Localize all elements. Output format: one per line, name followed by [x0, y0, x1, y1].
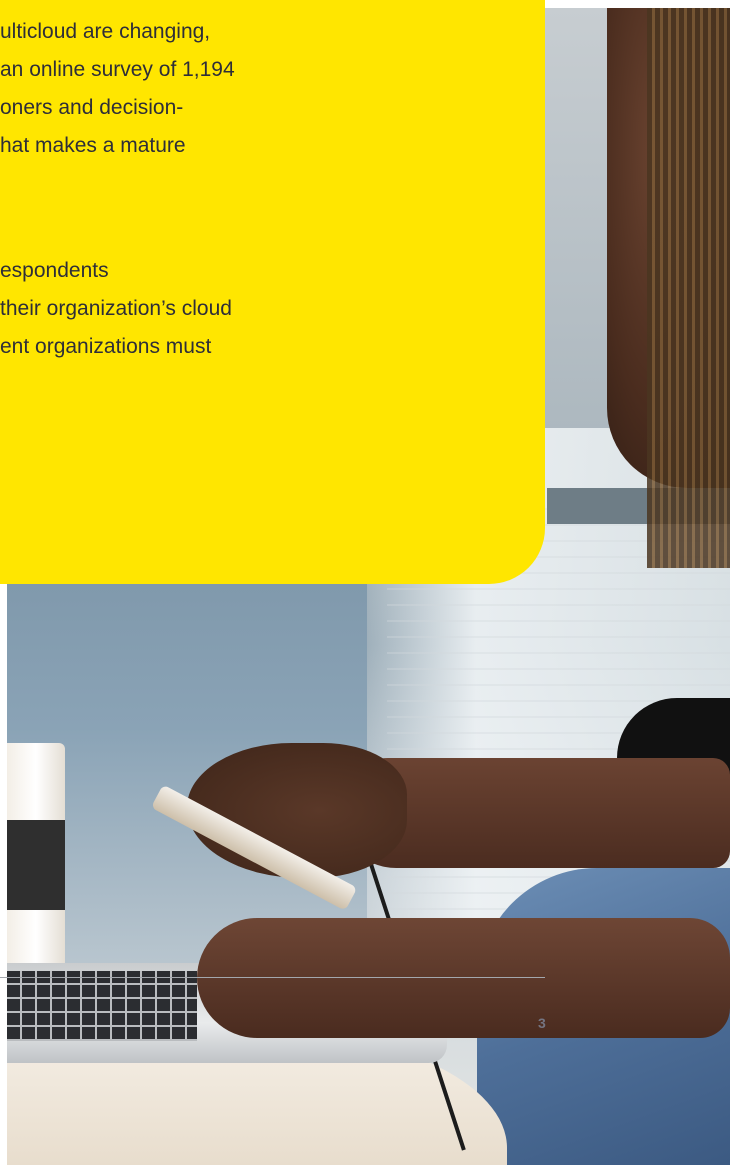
- person-hair: [647, 8, 730, 568]
- intro-line: ulticloud are changing,: [0, 20, 211, 43]
- coffee-cup-sleeve: [7, 820, 65, 910]
- intro-line: their organization’s cloud: [0, 297, 232, 320]
- intro-line: hat makes a mature: [0, 134, 186, 157]
- intro-line: oners and decision-: [0, 96, 184, 119]
- laptop-keyboard-rows: [7, 971, 197, 1041]
- intro-callout: ulticloud are changing, an online survey…: [0, 0, 545, 584]
- intro-line: espondents: [0, 259, 109, 282]
- page-number: 3: [538, 1015, 546, 1031]
- intro-line: an online survey of 1,194: [0, 58, 235, 81]
- person-lower-arm: [197, 918, 730, 1038]
- intro-line: ent organizations must: [0, 335, 212, 358]
- footer-divider: [0, 977, 545, 978]
